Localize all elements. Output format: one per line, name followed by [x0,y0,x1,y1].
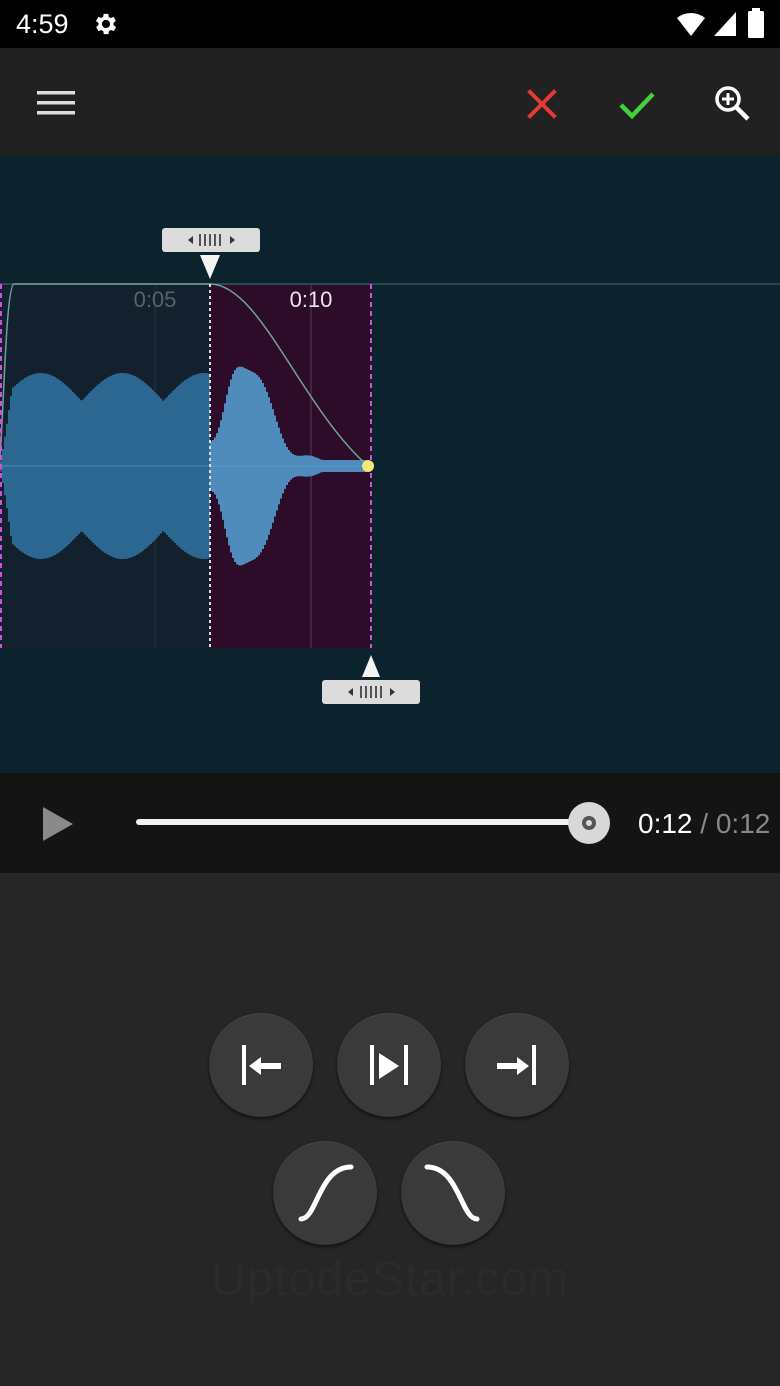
tick-label-0-05: 0:05 [134,287,177,312]
seek-bar[interactable] [136,819,588,825]
fade-in-button[interactable] [273,1141,377,1245]
check-icon[interactable] [611,78,663,130]
waveform-canvas[interactable]: 0:05 0:10 [0,156,780,773]
total-time: 0:12 [715,808,771,839]
play-selection-button[interactable] [337,1013,441,1117]
time-readout: 0:12 / 0:12 [638,804,770,844]
fade-out-button[interactable] [401,1141,505,1245]
battery-icon [748,8,764,38]
bar-play-bar-icon [370,1045,408,1085]
time-separator: / [692,808,716,839]
close-icon[interactable] [516,78,568,130]
signal-icon [714,12,736,36]
tick-label-0-10: 0:10 [290,287,333,312]
fade-out-curve-icon [424,1164,480,1222]
wifi-icon [677,12,705,37]
set-start-button[interactable] [209,1013,313,1117]
hamburger-menu-icon[interactable] [30,78,82,130]
zoom-in-icon[interactable] [706,78,758,130]
arrow-right-to-bar-icon [497,1045,536,1085]
fade-point-handle [362,460,374,472]
play-icon[interactable] [30,800,80,848]
settings-icon [95,13,117,35]
start-handle[interactable] [162,228,260,279]
toolbar [0,48,780,156]
end-handle[interactable] [322,655,420,704]
status-time: 4:59 [16,9,69,39]
watermark: UptodeStar.com [210,1253,570,1306]
fade-in-curve-icon [298,1164,354,1222]
seek-thumb[interactable] [568,802,610,844]
set-end-button[interactable] [465,1013,569,1117]
current-time: 0:12 [638,808,693,839]
arrow-left-to-bar-icon [242,1045,281,1085]
